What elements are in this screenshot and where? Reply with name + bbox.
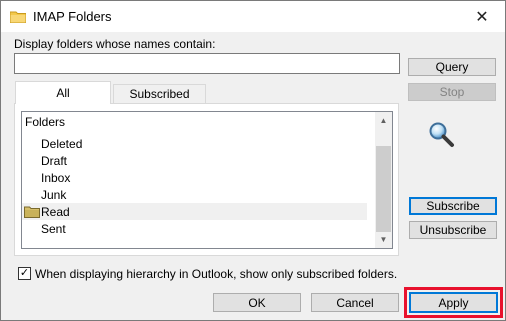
stop-button[interactable]: Stop: [408, 83, 496, 101]
apply-highlight-box: [404, 287, 503, 318]
close-icon: ✕: [475, 8, 489, 26]
filter-label: Display folders whose names contain:: [14, 37, 216, 51]
folder-tree[interactable]: Folders Deleted Draft Inbox Junk Read Se…: [21, 111, 393, 249]
tree-item-label: Sent: [41, 221, 66, 236]
window-title: IMAP Folders: [33, 9, 112, 24]
scroll-down-icon[interactable]: ▼: [375, 231, 392, 248]
tab-all[interactable]: All: [15, 81, 111, 104]
tree-item-deleted[interactable]: Deleted: [22, 135, 367, 152]
scroll-up-icon[interactable]: ▲: [375, 112, 392, 129]
subscribe-button[interactable]: Subscribe: [409, 197, 497, 215]
checkmark-icon: ✓: [19, 267, 30, 279]
tree-item-label: Draft: [41, 153, 68, 168]
tab-subscribed[interactable]: Subscribed: [113, 84, 206, 104]
cancel-button[interactable]: Cancel: [311, 293, 399, 312]
folder-icon: [24, 206, 40, 218]
vertical-scrollbar[interactable]: ▲ ▼: [375, 112, 392, 248]
tree-item-inbox[interactable]: Inbox: [22, 169, 367, 186]
subscribed-only-label: When displaying hierarchy in Outlook, sh…: [35, 267, 398, 281]
folder-name-filter-input[interactable]: [14, 53, 400, 74]
tree-item-sent[interactable]: Sent: [22, 220, 367, 237]
folder-icon: [10, 11, 26, 23]
tree-item-draft[interactable]: Draft: [22, 152, 367, 169]
imap-folders-dialog: IMAP Folders ✕ Display folders whose nam…: [0, 0, 506, 321]
tree-item-label: Inbox: [41, 170, 71, 185]
tree-item-label: Junk: [41, 187, 67, 202]
ok-button[interactable]: OK: [213, 293, 301, 312]
tree-item-read[interactable]: Read: [22, 203, 367, 220]
close-button[interactable]: ✕: [459, 1, 505, 32]
unsubscribe-button[interactable]: Unsubscribe: [409, 221, 497, 239]
scroll-thumb[interactable]: [376, 146, 391, 232]
title-bar: IMAP Folders ✕: [1, 1, 505, 32]
query-button[interactable]: Query: [408, 58, 496, 76]
tree-item-junk[interactable]: Junk: [22, 186, 367, 203]
magnifier-icon: [429, 122, 454, 147]
tree-item-label: Deleted: [41, 136, 83, 151]
tree-root-folders[interactable]: Folders: [25, 115, 65, 129]
tree-item-label: Read: [41, 204, 70, 219]
subscribed-only-checkbox[interactable]: ✓: [18, 267, 31, 280]
